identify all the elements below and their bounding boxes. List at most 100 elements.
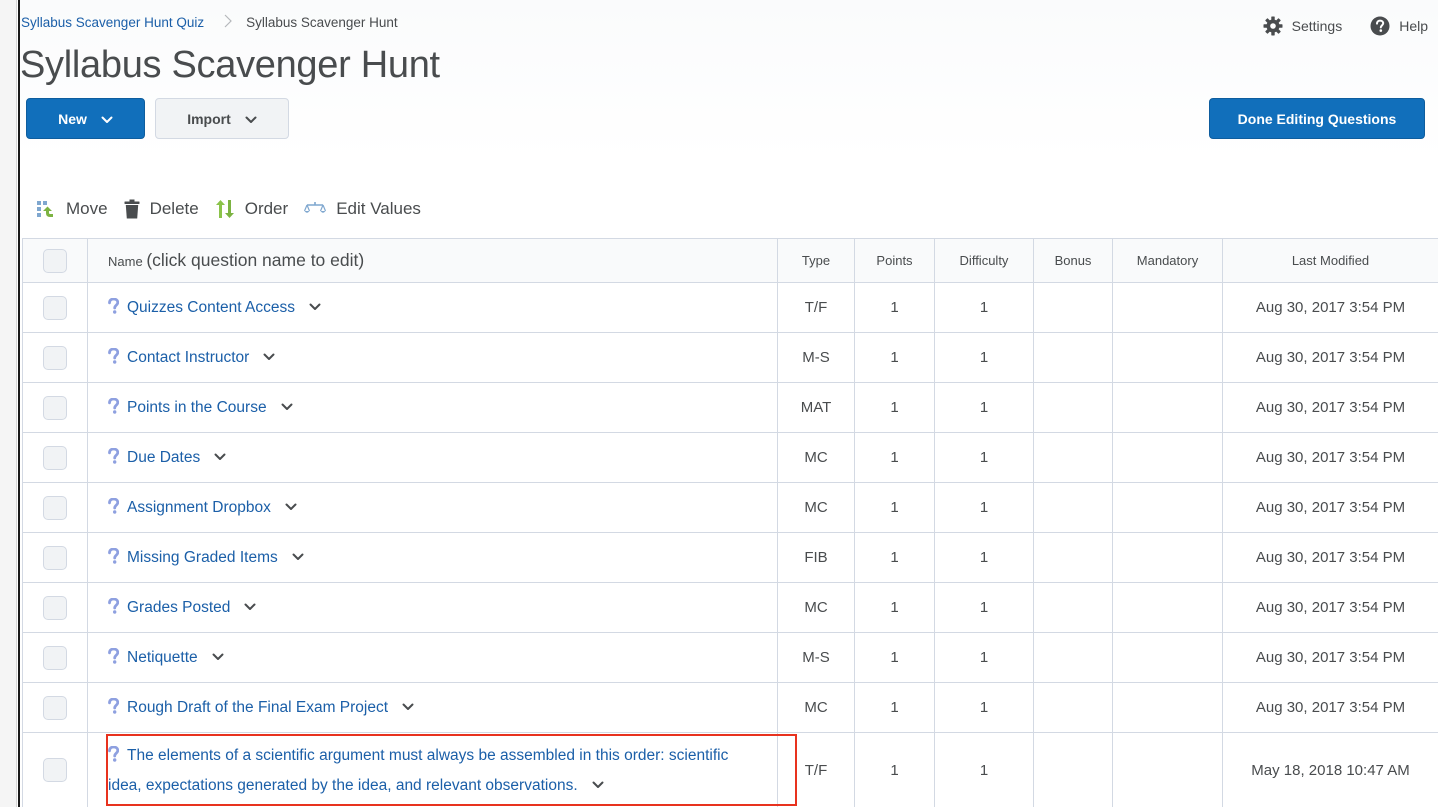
question-name-link[interactable]: Quizzes Content Access [127, 299, 295, 316]
chevron-down-icon[interactable] [309, 298, 321, 315]
row-checkbox[interactable] [43, 695, 67, 720]
question-points: 1 [854, 382, 935, 433]
question-mandatory [1112, 332, 1223, 383]
question-difficulty: 1 [934, 632, 1034, 683]
chevron-down-icon [101, 111, 113, 127]
question-mark-icon [108, 447, 120, 468]
question-mark-icon [108, 647, 120, 668]
bonus-column-header: Bonus [1033, 238, 1113, 283]
question-last-modified: May 18, 2018 10:47 AM [1222, 732, 1438, 807]
row-checkbox[interactable] [43, 595, 67, 620]
question-last-modified: Aug 30, 2017 3:54 PM [1222, 682, 1438, 733]
question-name-cell: Contact Instructor [87, 332, 778, 383]
question-mark-icon [108, 497, 120, 518]
difficulty-column-header: Difficulty [934, 238, 1034, 283]
question-name-link[interactable]: Grades Posted [127, 599, 230, 616]
select-all-header [22, 238, 88, 283]
new-button[interactable]: New [26, 98, 145, 139]
header-links: Settings Help [1263, 16, 1428, 36]
chevron-down-icon[interactable] [212, 648, 224, 665]
question-name-cell: Due Dates [87, 432, 778, 483]
question-mandatory [1112, 582, 1223, 633]
move-action[interactable]: Move [36, 199, 108, 219]
done-editing-questions-button[interactable]: Done Editing Questions [1209, 98, 1425, 139]
sort-order-icon [215, 199, 235, 219]
chevron-down-icon[interactable] [292, 548, 304, 565]
settings-link[interactable]: Settings [1263, 16, 1343, 36]
question-mandatory [1112, 732, 1223, 807]
question-toolbar: Move Delete Order Edit Values [36, 199, 437, 219]
row-checkbox[interactable] [43, 345, 67, 370]
chevron-down-icon[interactable] [244, 598, 256, 615]
chevron-down-icon[interactable] [214, 448, 226, 465]
chevron-down-icon[interactable] [285, 498, 297, 515]
row-checkbox[interactable] [43, 295, 67, 320]
question-bonus [1033, 532, 1113, 583]
edit-values-action[interactable]: Edit Values [304, 199, 421, 219]
row-select-cell [22, 582, 88, 633]
chevron-down-icon[interactable] [592, 771, 604, 798]
question-mark-icon [108, 744, 120, 771]
left-sidebar-edge [0, 0, 17, 807]
question-library-page: Syllabus Scavenger Hunt Quiz Syllabus Sc… [20, 0, 1438, 807]
page-title: Syllabus Scavenger Hunt [20, 44, 440, 86]
table-row: Contact Instructor M-S 1 1 Aug 30, 2017 … [22, 332, 1438, 383]
name-header-hint: (click question name to edit) [146, 250, 365, 270]
question-points: 1 [854, 432, 935, 483]
question-name-link[interactable]: Assignment Dropbox [127, 499, 271, 516]
question-last-modified: Aug 30, 2017 3:54 PM [1222, 482, 1438, 533]
question-mark-icon [108, 697, 120, 718]
question-name-link[interactable]: Rough Draft of the Final Exam Project [127, 699, 388, 716]
question-points: 1 [854, 582, 935, 633]
question-bonus [1033, 332, 1113, 383]
question-type: FIB [777, 532, 855, 583]
row-select-cell [22, 532, 88, 583]
question-name-link[interactable]: Points in the Course [127, 399, 267, 416]
question-last-modified: Aug 30, 2017 3:54 PM [1222, 582, 1438, 633]
help-link[interactable]: Help [1370, 16, 1428, 36]
question-name-link[interactable]: Netiquette [127, 649, 198, 666]
settings-label: Settings [1291, 18, 1343, 34]
question-difficulty: 1 [934, 382, 1034, 433]
type-column-header: Type [777, 238, 855, 283]
row-checkbox[interactable] [43, 758, 67, 782]
question-type: M-S [777, 632, 855, 683]
row-checkbox[interactable] [43, 645, 67, 670]
breadcrumb: Syllabus Scavenger Hunt Quiz Syllabus Sc… [21, 14, 398, 31]
chevron-down-icon[interactable] [281, 398, 293, 415]
import-button[interactable]: Import [155, 98, 289, 139]
question-mark-icon [108, 547, 120, 568]
question-last-modified: Aug 30, 2017 3:54 PM [1222, 382, 1438, 433]
row-checkbox[interactable] [43, 545, 67, 570]
gear-icon [1263, 16, 1283, 36]
question-mandatory [1112, 482, 1223, 533]
table-row: Points in the Course MAT 1 1 Aug 30, 201… [22, 382, 1438, 433]
row-select-cell [22, 332, 88, 383]
question-mark-icon [108, 597, 120, 618]
name-header-label: Name [108, 254, 143, 269]
order-action[interactable]: Order [215, 199, 288, 219]
question-last-modified: Aug 30, 2017 3:54 PM [1222, 532, 1438, 583]
select-all-checkbox[interactable] [43, 248, 67, 273]
question-name-link[interactable]: Missing Graded Items [127, 549, 278, 566]
question-points: 1 [854, 732, 935, 807]
question-difficulty: 1 [934, 532, 1034, 583]
question-difficulty: 1 [934, 682, 1034, 733]
help-icon [1370, 16, 1390, 36]
question-name-link[interactable]: The elements of a scientific argument mu… [108, 747, 728, 794]
question-name-link[interactable]: Due Dates [127, 449, 200, 466]
question-name-cell: Missing Graded Items [87, 532, 778, 583]
breadcrumb-parent-link[interactable]: Syllabus Scavenger Hunt Quiz [21, 15, 204, 30]
question-bonus [1033, 582, 1113, 633]
mandatory-column-header: Mandatory [1112, 238, 1223, 283]
delete-action[interactable]: Delete [124, 199, 199, 219]
question-name-link[interactable]: Contact Instructor [127, 349, 249, 366]
chevron-down-icon[interactable] [263, 348, 275, 365]
edit-values-label: Edit Values [336, 199, 421, 218]
chevron-down-icon[interactable] [402, 698, 414, 715]
row-checkbox[interactable] [43, 445, 67, 470]
question-difficulty: 1 [934, 482, 1034, 533]
row-checkbox[interactable] [43, 495, 67, 520]
row-checkbox[interactable] [43, 395, 67, 420]
row-select-cell [22, 432, 88, 483]
